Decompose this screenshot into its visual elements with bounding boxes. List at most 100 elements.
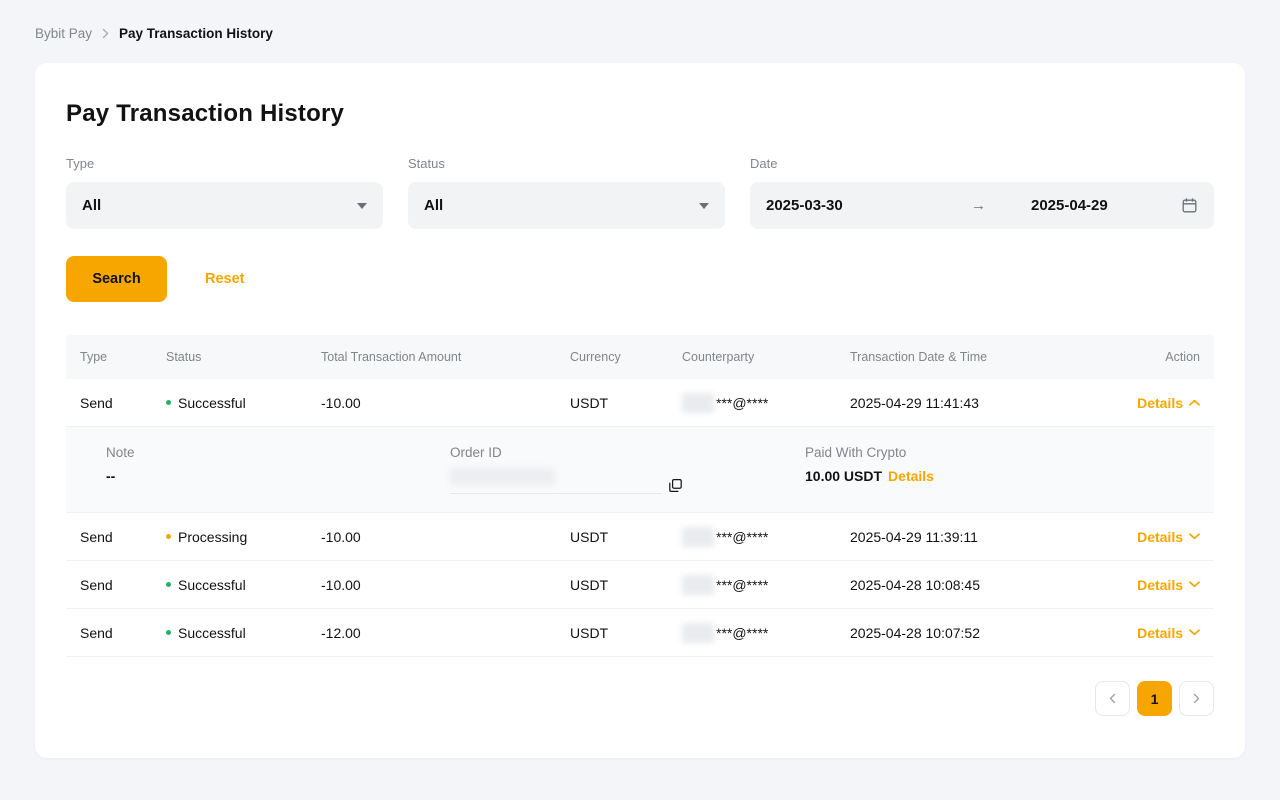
cell-amount: -12.00 <box>321 625 570 641</box>
cell-type: Send <box>80 529 166 545</box>
date-filter: Date 2025-03-30 → 2025-04-29 <box>750 156 1214 229</box>
caret-down-icon <box>699 203 709 209</box>
counterparty-masked: ***@**** <box>716 395 768 411</box>
cell-status: Processing <box>166 529 321 545</box>
col-currency: Currency <box>570 350 682 364</box>
calendar-icon[interactable] <box>1181 197 1198 214</box>
counterparty-masked: ***@**** <box>716 577 768 593</box>
cell-action: Details <box>1090 625 1200 641</box>
table-row: SendSuccessful-12.00USDT***@****2025-04-… <box>66 609 1214 657</box>
breadcrumb: Bybit Pay Pay Transaction History <box>0 0 1280 41</box>
type-label: Type <box>66 156 383 171</box>
content-card: Pay Transaction History Type All Status … <box>35 63 1245 758</box>
order-id-value <box>450 468 805 494</box>
details-link[interactable]: Details <box>1137 577 1200 593</box>
details-link[interactable]: Details <box>1137 625 1200 641</box>
status-text: Successful <box>178 395 246 411</box>
cell-amount: -10.00 <box>321 577 570 593</box>
next-page-button[interactable] <box>1179 681 1214 716</box>
status-label: Status <box>408 156 725 171</box>
col-action: Action <box>1090 350 1200 364</box>
search-button[interactable]: Search <box>66 256 167 302</box>
order-id-label: Order ID <box>450 445 805 460</box>
cell-datetime: 2025-04-28 10:07:52 <box>850 625 1090 641</box>
details-label: Details <box>1137 577 1183 593</box>
counterparty-masked: ***@**** <box>716 529 768 545</box>
filters: Type All Status All Date 2025-03-30 → 2 <box>66 156 1214 229</box>
table-header: Type Status Total Transaction Amount Cur… <box>66 335 1214 379</box>
table-body: SendSuccessful-10.00USDT***@****2025-04-… <box>66 379 1214 657</box>
cell-action: Details <box>1090 577 1200 593</box>
cell-status: Successful <box>166 625 321 641</box>
paid-amount: 10.00 USDT <box>805 468 882 484</box>
status-dot-icon <box>166 630 171 635</box>
note-value: -- <box>106 468 450 484</box>
cell-currency: USDT <box>570 577 682 593</box>
details-label: Details <box>1137 395 1183 411</box>
details-label: Details <box>1137 529 1183 545</box>
order-id-block: Order ID <box>450 445 805 494</box>
cell-amount: -10.00 <box>321 529 570 545</box>
cell-counterparty: ***@**** <box>682 527 850 547</box>
cell-status: Successful <box>166 395 321 411</box>
cell-counterparty: ***@**** <box>682 623 850 643</box>
paid-details-link[interactable]: Details <box>888 468 934 484</box>
chevron-down-icon <box>1189 533 1200 540</box>
cell-type: Send <box>80 395 166 411</box>
page-1-button[interactable]: 1 <box>1137 681 1172 716</box>
status-dot-icon <box>166 582 171 587</box>
copy-icon[interactable] <box>668 478 683 493</box>
redacted-blur <box>682 527 714 547</box>
breadcrumb-bybit-pay[interactable]: Bybit Pay <box>35 26 92 41</box>
col-status: Status <box>166 350 321 364</box>
note-block: Note -- <box>106 445 450 484</box>
prev-page-button[interactable] <box>1095 681 1130 716</box>
details-label: Details <box>1137 625 1183 641</box>
cell-action: Details <box>1090 395 1200 411</box>
reset-button[interactable]: Reset <box>205 271 245 287</box>
cell-datetime: 2025-04-29 11:39:11 <box>850 529 1090 545</box>
cell-currency: USDT <box>570 395 682 411</box>
col-amount: Total Transaction Amount <box>321 350 570 364</box>
chevron-down-icon <box>1189 581 1200 588</box>
cell-type: Send <box>80 625 166 641</box>
cell-action: Details <box>1090 529 1200 545</box>
status-dot-icon <box>166 400 171 405</box>
note-label: Note <box>106 445 450 460</box>
redacted-blur <box>682 393 714 413</box>
status-text: Successful <box>178 577 246 593</box>
redacted-blur <box>682 623 714 643</box>
details-link[interactable]: Details <box>1137 529 1200 545</box>
date-start-value[interactable]: 2025-03-30 <box>766 197 971 214</box>
chevron-down-icon <box>1189 629 1200 636</box>
breadcrumb-current: Pay Transaction History <box>119 26 273 41</box>
order-id-redacted <box>450 468 662 494</box>
page: Bybit Pay Pay Transaction History Pay Tr… <box>0 0 1280 800</box>
col-type: Type <box>80 350 166 364</box>
table-row: Send Successful -10.00USDT ***@**** 2025-04-… <box>66 379 1214 427</box>
cell-datetime: 2025-04-29 11:41:43 <box>850 395 1090 411</box>
col-counterparty: Counterparty <box>682 350 850 364</box>
paid-with-crypto-value: 10.00 USDT Details <box>805 468 1200 484</box>
cell-type: Send <box>80 577 166 593</box>
cell-currency: USDT <box>570 529 682 545</box>
counterparty-masked: ***@**** <box>716 625 768 641</box>
filter-actions: Search Reset <box>66 256 1214 302</box>
table-row: Send Successful -10.00USDT ***@**** 2025-04-… <box>66 561 1214 609</box>
page-title: Pay Transaction History <box>66 100 1214 128</box>
redacted-blur <box>682 575 714 595</box>
cell-amount: -10.00 <box>321 395 570 411</box>
status-filter: Status All <box>408 156 725 229</box>
redacted-blur <box>450 468 555 485</box>
status-select[interactable]: All <box>408 182 725 229</box>
type-select[interactable]: All <box>66 182 383 229</box>
transactions-table: Type Status Total Transaction Amount Cur… <box>66 335 1214 657</box>
pagination: 1 <box>66 681 1214 716</box>
paid-with-crypto-label: Paid With Crypto <box>805 445 1200 460</box>
details-link[interactable]: Details <box>1137 395 1200 411</box>
date-range-picker[interactable]: 2025-03-30 → 2025-04-29 <box>750 182 1214 229</box>
date-end-value[interactable]: 2025-04-29 <box>1031 197 1181 214</box>
paid-with-crypto-block: Paid With Crypto 10.00 USDT Details <box>805 445 1200 484</box>
arrow-right-icon: → <box>971 197 1031 214</box>
cell-datetime: 2025-04-28 10:08:45 <box>850 577 1090 593</box>
